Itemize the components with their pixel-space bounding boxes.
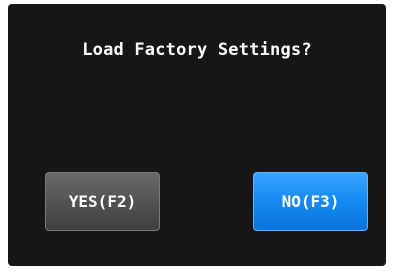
no-button[interactable]: NO(F3) xyxy=(253,172,368,231)
confirm-dialog: Load Factory Settings? YES(F2) NO(F3) xyxy=(8,4,386,266)
dialog-message: Load Factory Settings? xyxy=(82,40,312,60)
yes-button[interactable]: YES(F2) xyxy=(45,172,160,231)
